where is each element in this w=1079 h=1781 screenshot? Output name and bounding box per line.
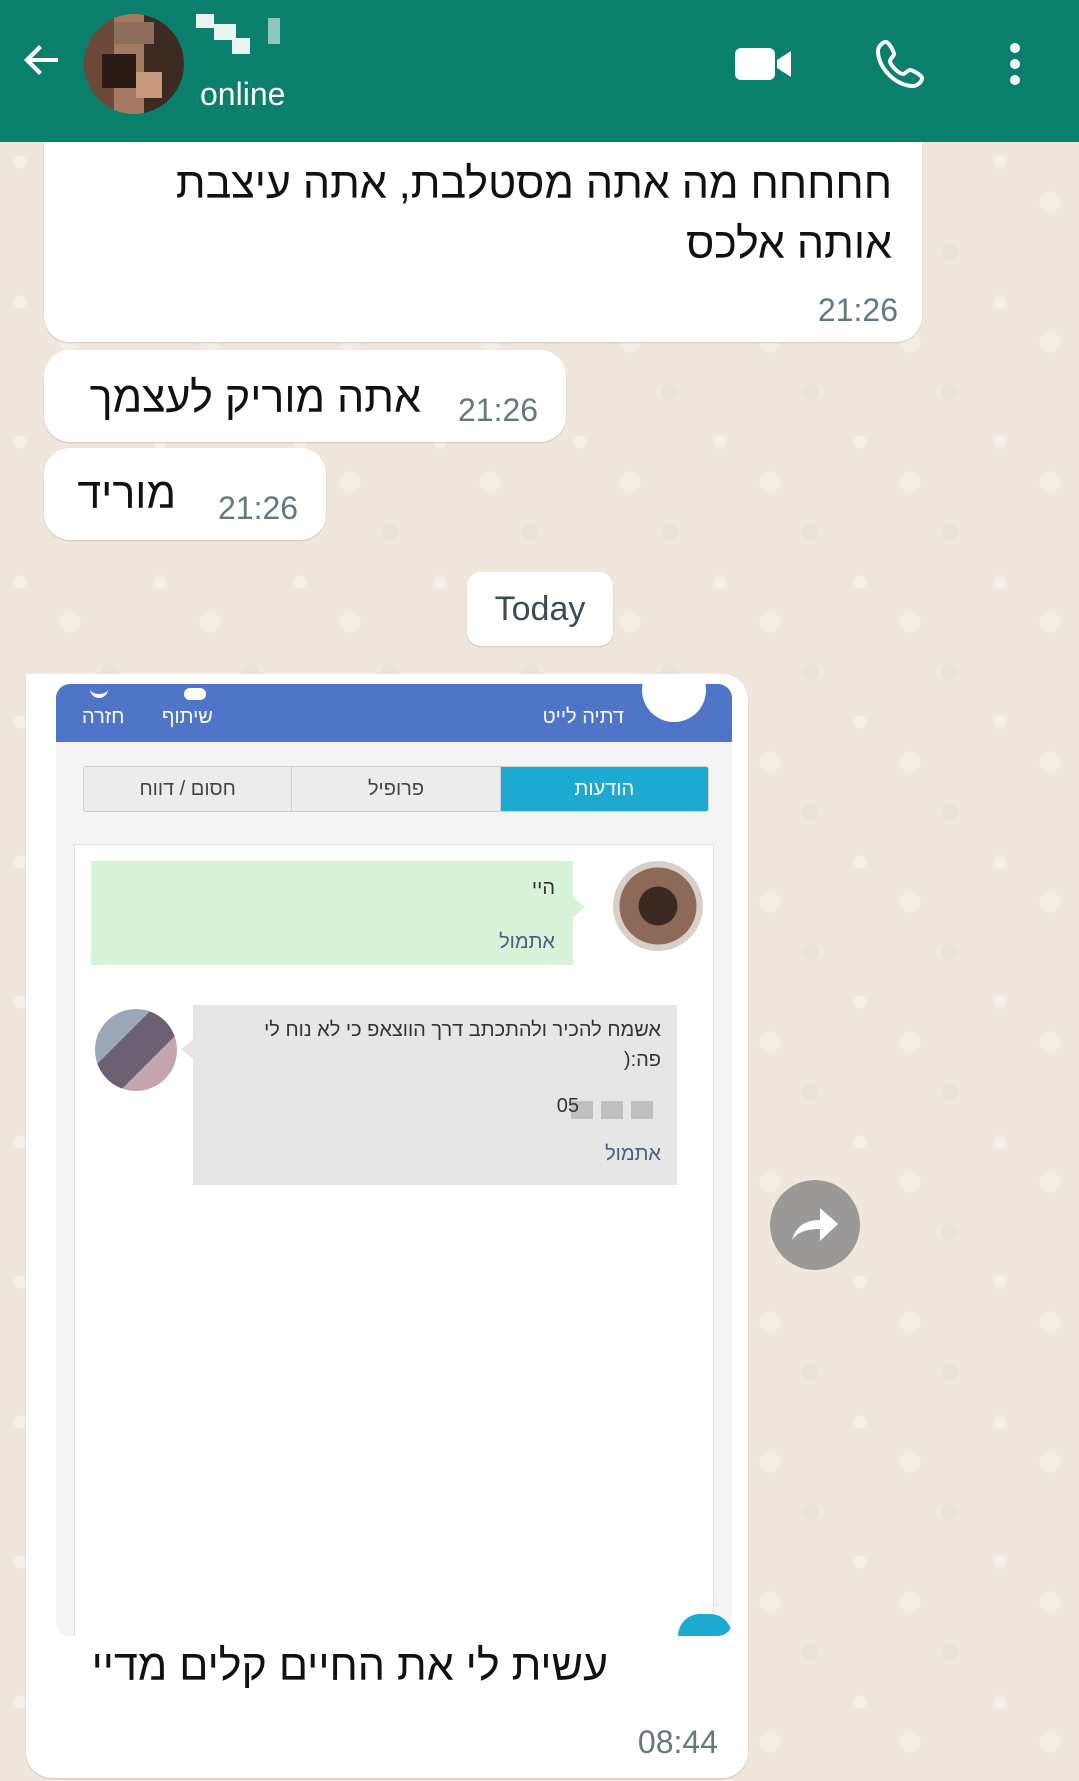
message-text: מוריד — [77, 470, 176, 518]
screenshot-tab-messages: הודעות — [500, 767, 708, 811]
contact-avatar[interactable] — [84, 14, 184, 114]
screenshot-avatar-sender — [613, 861, 703, 951]
screenshot-share-label: שיתוף — [162, 706, 213, 728]
more-options-icon[interactable] — [1000, 38, 1030, 90]
message-time: 21:26 — [218, 490, 299, 526]
message-bubble[interactable]: חחחחח מה אתה מסטלבת, אתה עיצבת אותה אלכס… — [44, 142, 922, 342]
blurred-phone-number — [571, 1101, 661, 1119]
image-caption: עשית לי את החיים קלים מדיי — [91, 1642, 608, 1690]
screenshot-message-text: אשמח להכיר ולהתכתב דרך הווצאפ כי לא נוח … — [264, 1019, 661, 1071]
screenshot-message-date: אתמול — [605, 1143, 661, 1165]
message-text: חחחחח מה אתה מסטלבת, אתה עיצבת אותה אלכס — [175, 160, 892, 268]
screenshot-message-sent: היי אתמול — [91, 861, 585, 965]
message-bubble[interactable]: אתה מוריק לעצמך 21:26 — [44, 350, 566, 442]
screenshot-top-bar: דתיה לייט שיתוף חזרה — [56, 684, 732, 742]
screenshot-phone-prefix: 05 — [556, 1095, 579, 1117]
screenshot-tab-profile: פרופיל — [292, 767, 501, 811]
contact-status: online — [200, 76, 286, 112]
screenshot-profile-name: דתיה לייט — [542, 706, 624, 728]
back-arrow-icon[interactable] — [18, 36, 66, 84]
message-bubble[interactable]: מוריד 21:26 — [44, 448, 326, 540]
screenshot-fab — [678, 1614, 732, 1636]
message-time: 21:26 — [458, 392, 539, 428]
screenshot-conversation-panel: היי אתמול אשמח להכיר ולהתכתב דרך הווצאפ … — [74, 844, 714, 1636]
chat-header: online — [0, 0, 1079, 142]
screenshot-tabs: חסום / דווח פרופיל הודעות — [83, 766, 709, 812]
image-message-bubble[interactable]: דתיה לייט שיתוף חזרה חסום / דווח פרופיל … — [26, 674, 748, 1778]
share-icon — [184, 688, 206, 700]
voice-call-icon[interactable] — [870, 38, 930, 90]
message-time: 21:26 — [817, 292, 898, 328]
screenshot-message-received: אשמח להכיר ולהתכתב דרך הווצאפ כי לא נוח … — [181, 1005, 677, 1185]
screenshot-tab-block-report: חסום / דווח — [84, 767, 293, 811]
message-text: אתה מוריק לעצמך — [89, 374, 421, 422]
video-call-icon[interactable] — [733, 38, 793, 90]
forward-icon[interactable] — [770, 1180, 860, 1270]
screenshot-message-text: היי — [531, 877, 555, 899]
screenshot-avatar-receiver — [95, 1009, 177, 1091]
screenshot-back-label: חזרה — [82, 706, 125, 728]
date-separator: Today — [467, 572, 613, 646]
screenshot-avatar — [642, 684, 706, 722]
shared-screenshot-image[interactable]: דתיה לייט שיתוף חזרה חסום / דווח פרופיל … — [56, 684, 732, 1636]
message-time: 08:44 — [637, 1724, 718, 1760]
screenshot-message-date: אתמול — [499, 931, 555, 953]
contact-name-blurred[interactable] — [196, 14, 286, 56]
back-icon — [90, 684, 108, 698]
